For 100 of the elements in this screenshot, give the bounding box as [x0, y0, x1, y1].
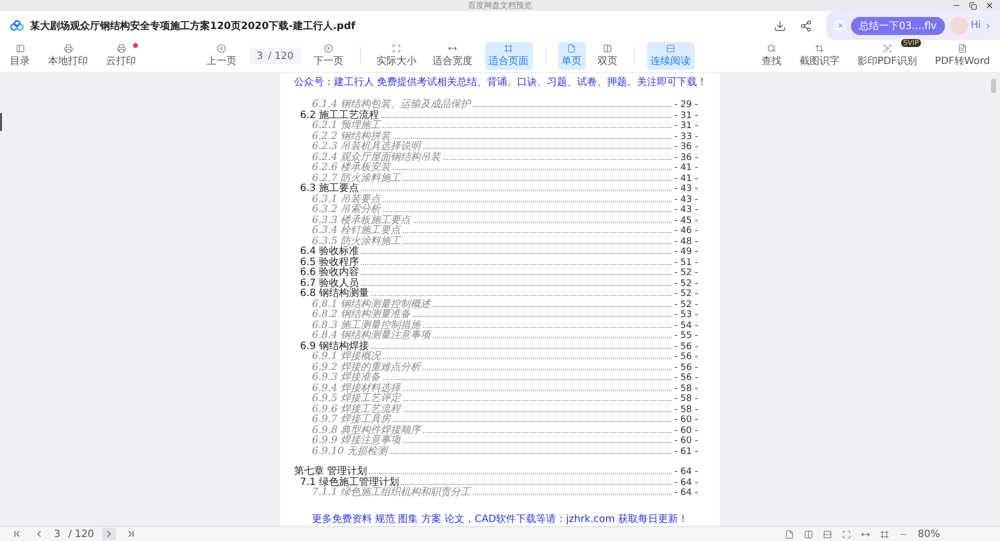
sidebar-icon: [14, 44, 26, 53]
toc-page-number: - 36 -: [674, 142, 698, 152]
toc-entry-title: 6.2.6 楼承板安装: [312, 163, 391, 173]
actual-size-icon: [842, 530, 851, 538]
chevron-icon: [984, 22, 992, 30]
toc-page-number: - 56 -: [674, 352, 698, 362]
toc-page-number: - 43 -: [674, 194, 698, 205]
fit-width-icon: [860, 530, 870, 538]
first-icon: [12, 529, 22, 539]
toc-entry-title: 6.2.7 防火涂料施工: [312, 174, 401, 184]
toc-page-number: - 41 -: [674, 174, 698, 184]
printer-icon: [116, 44, 126, 53]
toolbar-button[interactable]: 查找: [757, 42, 786, 70]
toc-page-number: - 55 -: [674, 331, 698, 342]
toolbar-button[interactable]: 云打印: [102, 42, 140, 70]
toc-page-number: - 60 -: [674, 426, 698, 436]
toc-page-number: - 52 -: [674, 289, 698, 300]
view-mode-button[interactable]: 适合宽度: [428, 42, 477, 70]
toc-page-number: - 54 -: [674, 320, 698, 331]
toc-entry-title: 6.3.4 栓钉施工要点: [312, 226, 401, 236]
toolbar-button[interactable]: 本地打印: [44, 42, 92, 70]
toc-entry-title: 6.9.4 焊接材料选择: [312, 384, 401, 394]
toolbar-button[interactable]: 目录: [6, 42, 34, 70]
toc-entry-title: 6.9.9 焊接注意事项: [312, 436, 401, 446]
toc-page-number: - 58 -: [674, 384, 698, 394]
close-button[interactable]: [834, 20, 846, 32]
page-number-field[interactable]: 3 / 120: [248, 48, 302, 64]
toc-page-number: - 36 -: [674, 152, 698, 163]
toc-page-number: - 31 -: [674, 110, 698, 121]
toc-entry-title: 7.1.1 绿色施工组织机构和职责分工: [312, 488, 471, 498]
zoom-level: 80%: [918, 528, 940, 540]
toc-page-number: - 64 -: [674, 488, 698, 498]
toolbar-button[interactable]: 截图识字: [795, 42, 844, 70]
toc-entry-title: 6.9.10 无损检测: [312, 446, 387, 457]
toc-entry-title: 6.2.4 观众厅屋面钢结构吊装: [312, 152, 441, 162]
toc-page-number: - 48 -: [674, 236, 698, 247]
toc-page-number: - 56 -: [674, 373, 698, 384]
toc-page-number: - 52 -: [674, 278, 698, 289]
toc-entry-title: 6.2 施工工艺流程: [300, 110, 380, 120]
toc-entry-title: 6.9.5 焊接工艺评定: [312, 394, 401, 404]
restore-icon: [969, 2, 977, 10]
continuous-icon: [665, 44, 676, 53]
sidebar-handle[interactable]: [0, 113, 2, 131]
toc-page-number: - 31 -: [674, 121, 698, 132]
header-note: 公众号：建工行人 免费提供考试相关总结、背诵、口诀、习题、试卷、押题。关注即可下载！: [294, 77, 706, 89]
continuous-icon: [822, 530, 832, 538]
toc-page-number: - 60 -: [674, 436, 698, 446]
crop-icon: [814, 44, 825, 53]
toc-page-number: - 49 -: [674, 247, 698, 258]
suggestion-button[interactable]: 总结一下03....flv: [851, 16, 945, 34]
toc-entry-title: 6.8 钢结构测量: [300, 289, 370, 299]
toc-page-number: - 60 -: [674, 415, 698, 426]
toc-page-number: - 43 -: [674, 184, 698, 194]
share-icon: [800, 20, 812, 32]
last-icon: [126, 529, 136, 539]
previous-page-button[interactable]: 上一页: [202, 42, 241, 70]
toc-entry-title: 第七章 管理计划: [294, 467, 368, 477]
printer-icon: [62, 44, 74, 53]
document-icon: [956, 44, 968, 53]
next-page-button[interactable]: [102, 528, 116, 540]
toc-entry-title: 6.1.4 钢结构包装、运输及成品保护: [312, 100, 471, 110]
view-mode-button[interactable]: 双页: [594, 42, 622, 70]
search-icon: [766, 44, 777, 53]
toc-page-number: - 52 -: [674, 300, 698, 310]
toc-entry-title: 6.9.3 焊接准备: [312, 373, 381, 383]
toc-entry-title: 6.7 验收人员: [300, 278, 360, 288]
toc-entry-title: 6.3.2 吊索分析: [312, 205, 381, 215]
previous-icon: [216, 44, 228, 53]
toc-page-number: - 61 -: [674, 446, 698, 457]
toc-entry-title: 6.4 验收标准: [300, 247, 360, 257]
close-icon: [985, 1, 994, 10]
scan-text-icon: [882, 44, 893, 53]
toc-page-number: - 45 -: [674, 216, 698, 226]
scrollbar-thumb[interactable]: [991, 79, 996, 93]
fit-width-icon: [447, 44, 458, 53]
current-page: 3: [54, 528, 60, 540]
toc-entry-title: 6.8.1 钢结构测量控制概述: [312, 300, 431, 310]
toc-entry-title: 6.3.3 楼承板施工要点: [312, 216, 411, 226]
toc-entry-title: 6.9.2 焊接的重难点分析: [312, 362, 421, 372]
double-page-icon: [602, 44, 614, 53]
toc-entry-title: 6.3 施工要点: [300, 184, 360, 194]
close-icon: [836, 22, 844, 29]
toc-page-number: - 41 -: [674, 163, 698, 174]
toc-entry-title: 6.2.3 吊装机具选择说明: [312, 142, 421, 152]
footer-note: 更多免费资料 规范 图集 方案 论文，CAD软件下载等请：jzhrk.com 获取每日更新！: [310, 514, 690, 526]
page-total: / 120: [68, 528, 94, 540]
next-page-button[interactable]: 下一页: [310, 42, 348, 70]
assistant-button[interactable]: Hi: [950, 16, 996, 34]
toc-entry-title: 7.1 绿色施工管理计划: [300, 478, 400, 488]
toc-page-number: - 51 -: [674, 258, 698, 268]
toc-entry-title: 6.9.6 焊接工艺流程: [312, 404, 401, 414]
toolbar-button[interactable]: PDF转Word: [930, 42, 994, 70]
toc-page-number: - 64 -: [674, 478, 698, 488]
toc-page-number: - 58 -: [674, 394, 698, 404]
view-mode-button[interactable]: 实际大小: [372, 42, 421, 70]
actual-size-icon: [391, 44, 402, 53]
single-page-icon: [784, 530, 794, 538]
toc-entry-title: 6.9.7 焊接工具房: [312, 415, 391, 425]
toc-page-number: - 33 -: [674, 132, 698, 142]
toc-entry-title: 6.9.1 焊接概况: [312, 352, 381, 362]
